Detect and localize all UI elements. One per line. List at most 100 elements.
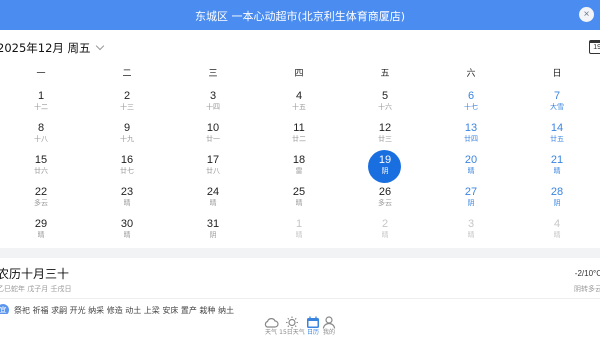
day-lunar-label: 十七 (464, 103, 478, 111)
day-number: 4 (295, 90, 303, 102)
calendar-day[interactable]: 17 廿八 (193, 154, 233, 176)
day-lunar-label: 雷 (295, 167, 303, 175)
day-lunar-label: 阴 (209, 231, 217, 239)
calendar-day[interactable]: 2晴 (365, 218, 405, 240)
day-number: 12 (378, 122, 392, 134)
calendar-icon (307, 316, 319, 328)
weekday-sat: 六 (466, 69, 476, 79)
day-lunar-label: 晴 (553, 167, 561, 175)
day-lunar-label: 多云 (378, 199, 392, 207)
chevron-down-icon[interactable] (95, 41, 104, 51)
weekday-sun: 日 (552, 69, 562, 79)
calendar-day[interactable]: 30 晴 (107, 218, 147, 240)
day-number: 21 (550, 154, 564, 166)
calendar-day[interactable]: 23 晴 (107, 186, 147, 208)
day-lunar-label: 晴 (295, 199, 303, 207)
day-lunar-label: 十二 (34, 103, 48, 111)
calendar-day[interactable]: 4 十五 (279, 90, 319, 112)
day-number: 26 (378, 186, 392, 198)
day-number: 18 (292, 154, 306, 166)
calendar-day[interactable]: 22 多云 (21, 186, 61, 208)
day-number: 29 (34, 218, 48, 230)
divider (0, 298, 600, 299)
calendar-day[interactable]: 14 廿五 (537, 122, 577, 144)
calendar-day[interactable]: 24 晴 (193, 186, 233, 208)
day-number: 17 (206, 154, 220, 166)
day-number: 16 (120, 154, 134, 166)
weekday-mon: 一 (36, 69, 46, 79)
calendar-day[interactable]: 1 十二 (21, 90, 61, 112)
day-number: 30 (120, 218, 134, 230)
day-number: 31 (206, 218, 220, 230)
day-lunar-label: 廿八 (206, 167, 220, 175)
day-lunar-label: 廿六 (34, 167, 48, 175)
calendar-day[interactable]: 27 阴 (451, 186, 491, 208)
calendar-day[interactable]: 9 十九 (107, 122, 147, 144)
month-selector[interactable]: 2025年12月 周五 (0, 40, 104, 56)
lunar-date-title: 农历十月三十 (0, 267, 70, 281)
calendar-day-today[interactable]: 19 阴 (365, 154, 405, 176)
day-lunar-label: 阴 (553, 199, 561, 207)
day-lunar-label: 十三 (120, 103, 134, 111)
month-label[interactable]: 2025年12月 周五 (0, 40, 91, 56)
day-lunar-label: 阴 (467, 199, 475, 207)
calendar-day[interactable]: 13 廿四 (451, 122, 491, 144)
nav-profile-label: 我的 (322, 329, 335, 336)
calendar-day[interactable]: 31 阴 (193, 218, 233, 240)
temperature-range: -2/10°C (574, 269, 600, 278)
day-lunar-label: 廿七 (120, 167, 134, 175)
calendar-day[interactable]: 25 晴 (279, 186, 319, 208)
calendar-grid: 1 十二 2 十三 3 十四 4 十五 5 十六 6 十七 7 大雪 8 十八 9 十九 10 廿一 11 廿二 12 廿三 1… (0, 88, 600, 246)
bottom-navigation: 天气 15日天气 日历 我的 (0, 314, 600, 338)
day-number: 4 (553, 218, 561, 230)
location-title[interactable]: 东城区 一本心动超市(北京利生体育商厦店) (0, 8, 600, 24)
day-number: 20 (464, 154, 478, 166)
location-bar[interactable]: 东城区 一本心动超市(北京利生体育商厦店) × (0, 0, 600, 30)
calendar-day[interactable]: 2 十三 (107, 90, 147, 112)
close-icon[interactable]: × (579, 7, 594, 22)
calendar-day[interactable]: 1晴 (279, 218, 319, 240)
calendar-day[interactable]: 6 十七 (451, 90, 491, 112)
day-number: 2 (123, 90, 131, 102)
section-separator (0, 248, 600, 258)
weather-description: 阴转多云 (574, 285, 600, 293)
calendar-day[interactable]: 18 雷 (279, 154, 319, 176)
day-lunar-label: 廿二 (292, 135, 306, 143)
day-lunar-label: 十五 (292, 103, 306, 111)
calendar-day[interactable]: 16 廿七 (107, 154, 147, 176)
ganzhi-date: 乙巳蛇年 戊子月 壬戌日 (0, 285, 72, 293)
day-number: 6 (467, 90, 475, 102)
day-lunar-label: 廿五 (550, 135, 564, 143)
today-calendar-icon[interactable]: 19 (589, 40, 600, 54)
calendar-day[interactable]: 3晴 (451, 218, 491, 240)
calendar-day[interactable]: 7 大雪 (537, 90, 577, 112)
day-lunar-label: 晴 (37, 231, 45, 239)
day-lunar-label: 十六 (378, 103, 392, 111)
day-number: 7 (553, 90, 561, 102)
weekday-tue: 二 (122, 69, 132, 79)
calendar-day[interactable]: 20 晴 (451, 154, 491, 176)
calendar-day[interactable]: 3 十四 (193, 90, 233, 112)
calendar-day[interactable]: 15 廿六 (21, 154, 61, 176)
calendar-day[interactable]: 29 晴 (21, 218, 61, 240)
weekday-wed: 三 (208, 69, 218, 79)
day-number: 2 (381, 218, 389, 230)
day-lunar-label: 晴 (381, 231, 389, 239)
day-lunar-label: 十四 (206, 103, 220, 111)
calendar-day[interactable]: 12 廿三 (365, 122, 405, 144)
calendar-day[interactable]: 10 廿一 (193, 122, 233, 144)
calendar-day[interactable]: 26 多云 (365, 186, 405, 208)
cloud-icon (264, 318, 279, 328)
nav-profile[interactable]: 我的 (320, 316, 338, 338)
day-lunar-label: 廿三 (378, 135, 392, 143)
weekday-header: 一 二 三 四 五 六 日 (0, 66, 600, 79)
day-number: 19 (378, 154, 392, 166)
calendar-day[interactable]: 21 晴 (537, 154, 577, 176)
calendar-day[interactable]: 4晴 (537, 218, 577, 240)
calendar-day[interactable]: 8 十八 (21, 122, 61, 144)
calendar-day[interactable]: 5 十六 (365, 90, 405, 112)
calendar-day[interactable]: 28 阴 (537, 186, 577, 208)
calendar-day[interactable]: 11 廿二 (279, 122, 319, 144)
day-number: 27 (464, 186, 478, 198)
person-icon (322, 316, 336, 329)
